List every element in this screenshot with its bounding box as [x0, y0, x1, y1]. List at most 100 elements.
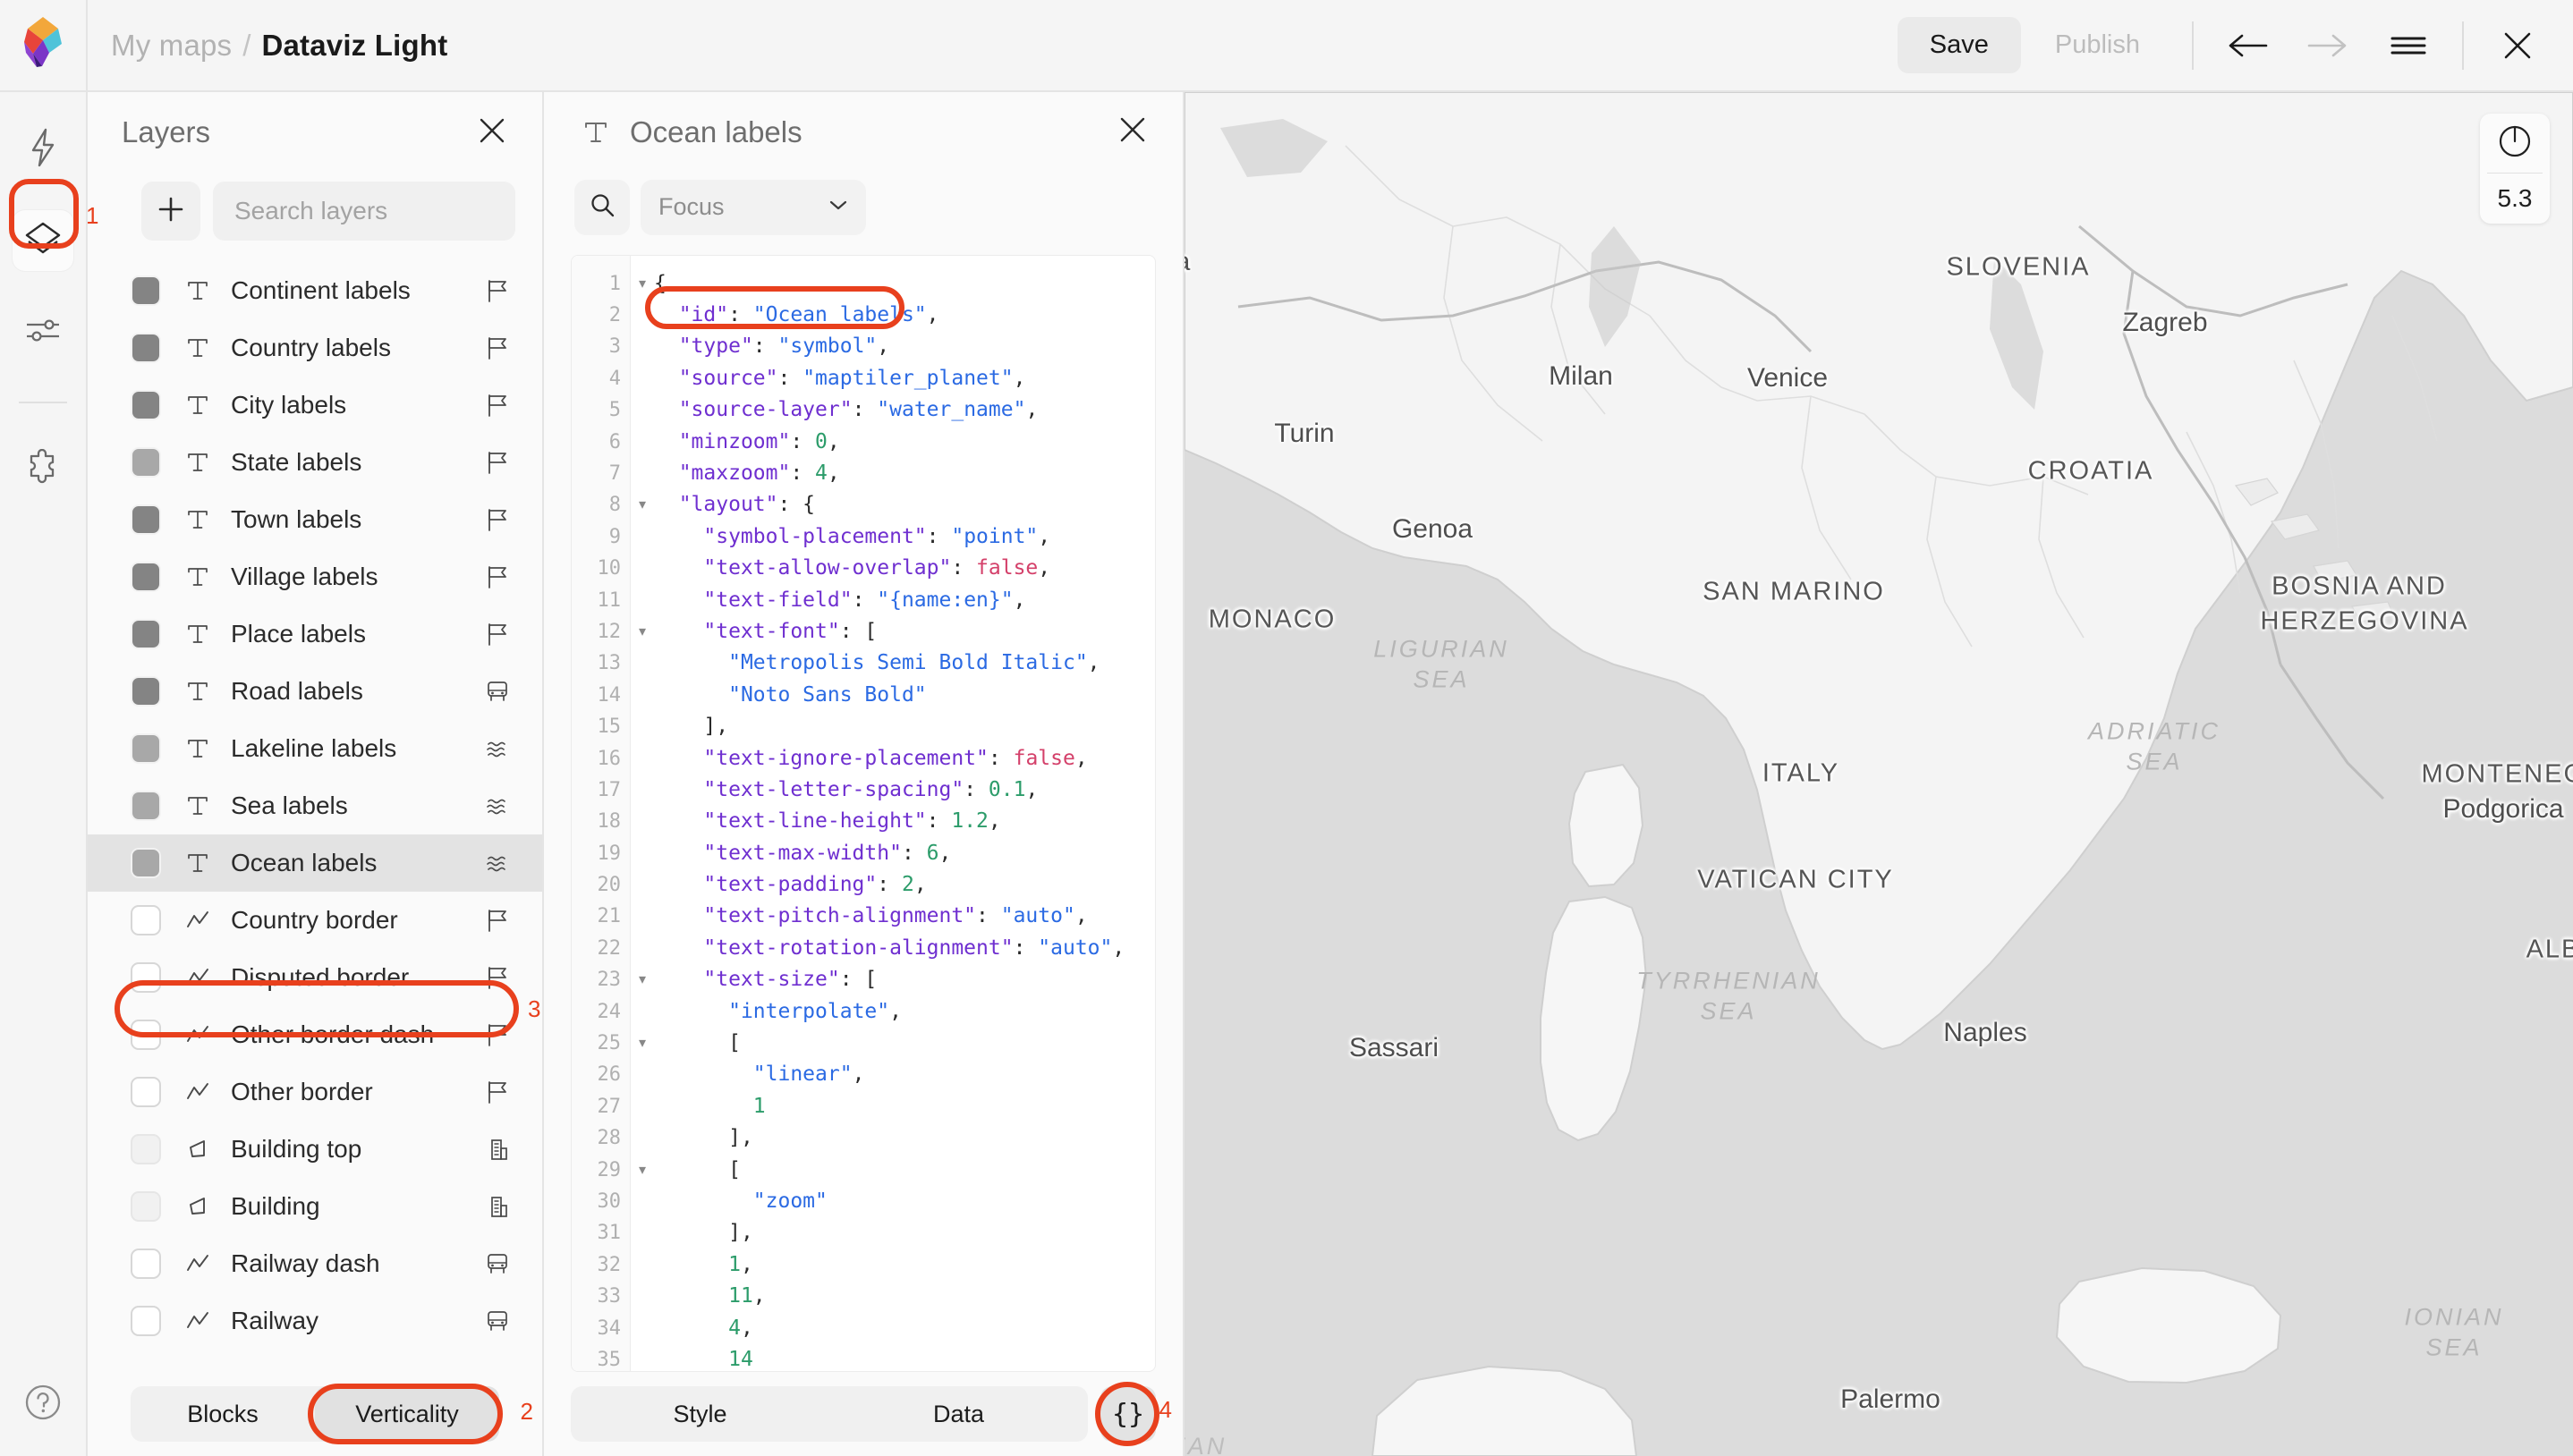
layer-row-town-labels[interactable]: Town labels: [88, 491, 542, 548]
json-brace-button[interactable]: {}: [1100, 1386, 1156, 1442]
code-line[interactable]: ],: [654, 711, 1155, 742]
publish-button[interactable]: Publish: [2028, 17, 2167, 73]
brand-cell[interactable]: [0, 0, 88, 90]
code-line[interactable]: "layout": {: [654, 489, 1155, 521]
code-line[interactable]: "maxzoom": 4,: [654, 458, 1155, 489]
code-line[interactable]: "source": "maptiler_planet",: [654, 363, 1155, 394]
blocks-tab[interactable]: Blocks: [131, 1386, 315, 1442]
layer-visibility-checkbox[interactable]: [131, 275, 161, 306]
editor-close-button[interactable]: [1113, 113, 1152, 152]
code-line[interactable]: "zoom": [654, 1186, 1155, 1217]
layer-visibility-checkbox[interactable]: [131, 447, 161, 478]
verticality-tab[interactable]: Verticality: [315, 1386, 499, 1442]
close-editor-button[interactable]: [2489, 17, 2546, 74]
code-line[interactable]: "text-pitch-alignment": "auto",: [654, 901, 1155, 932]
code-line[interactable]: "symbol-placement": "point",: [654, 521, 1155, 553]
editor-search-button[interactable]: [574, 180, 630, 235]
layer-row-country-labels[interactable]: Country labels: [88, 319, 542, 377]
layer-visibility-checkbox[interactable]: [131, 791, 161, 821]
compass-button[interactable]: [2495, 114, 2535, 173]
layer-row-building[interactable]: Building: [88, 1178, 542, 1235]
layer-row-ocean-labels[interactable]: Ocean labels: [88, 834, 542, 892]
layer-visibility-checkbox[interactable]: [131, 562, 161, 592]
json-code-editor[interactable]: 1234567891011121314151617181920212223242…: [571, 255, 1156, 1373]
code-line[interactable]: {: [654, 268, 1155, 300]
forward-button[interactable]: [2299, 17, 2356, 74]
layer-visibility-checkbox[interactable]: [131, 619, 161, 649]
layer-visibility-checkbox[interactable]: [131, 390, 161, 420]
layer-visibility-checkbox[interactable]: [131, 1020, 161, 1050]
layer-visibility-checkbox[interactable]: [131, 1134, 161, 1164]
code-line[interactable]: [: [654, 1028, 1155, 1059]
layers-panel-close-button[interactable]: [472, 113, 512, 152]
add-layer-button[interactable]: [141, 182, 200, 241]
layer-row-railway-dash[interactable]: Railway dash: [88, 1235, 542, 1292]
rail-item-plugins[interactable]: [13, 439, 73, 500]
fold-toggle-icon[interactable]: ▾: [631, 1155, 654, 1186]
code-line[interactable]: 14: [654, 1344, 1155, 1371]
code-line[interactable]: [: [654, 1155, 1155, 1186]
layer-visibility-checkbox[interactable]: [131, 1191, 161, 1222]
rail-item-layers[interactable]: [13, 210, 73, 271]
layer-row-road-labels[interactable]: Road labels: [88, 663, 542, 720]
zoom-widget[interactable]: 5.3: [2480, 114, 2550, 224]
layer-visibility-checkbox[interactable]: [131, 848, 161, 878]
code-line[interactable]: "text-allow-overlap": false,: [654, 553, 1155, 584]
layer-visibility-checkbox[interactable]: [131, 962, 161, 993]
fold-toggle-icon[interactable]: ▾: [631, 964, 654, 995]
code-line[interactable]: ],: [654, 1217, 1155, 1249]
layer-row-village-labels[interactable]: Village labels: [88, 548, 542, 605]
code-fold-markers[interactable]: ▾▾▾▾▾▾: [631, 256, 654, 1372]
layer-row-building-top[interactable]: Building top: [88, 1121, 542, 1178]
search-layers-box[interactable]: [213, 182, 515, 241]
layer-visibility-checkbox[interactable]: [131, 504, 161, 535]
back-button[interactable]: [2219, 17, 2276, 74]
breadcrumb-root[interactable]: My maps: [111, 29, 232, 63]
code-line[interactable]: 1,: [654, 1249, 1155, 1281]
fold-toggle-icon[interactable]: ▾: [631, 268, 654, 300]
layer-visibility-checkbox[interactable]: [131, 905, 161, 935]
data-tab[interactable]: Data: [829, 1386, 1088, 1442]
code-line[interactable]: "minzoom": 0,: [654, 427, 1155, 458]
layer-row-country-border[interactable]: Country border: [88, 892, 542, 949]
layer-row-sea-labels[interactable]: Sea labels: [88, 777, 542, 834]
layer-row-other-border[interactable]: Other border: [88, 1063, 542, 1121]
layer-row-city-labels[interactable]: City labels: [88, 377, 542, 434]
code-line[interactable]: 11,: [654, 1281, 1155, 1312]
fold-toggle-icon[interactable]: ▾: [631, 489, 654, 521]
code-line[interactable]: "Noto Sans Bold": [654, 680, 1155, 711]
menu-button[interactable]: [2380, 17, 2437, 74]
layer-visibility-checkbox[interactable]: [131, 1249, 161, 1279]
search-input[interactable]: [234, 197, 494, 225]
code-content[interactable]: { "id": "Ocean labels", "type": "symbol"…: [654, 256, 1155, 1372]
code-line[interactable]: "text-font": [: [654, 616, 1155, 648]
code-line[interactable]: "text-max-width": 6,: [654, 838, 1155, 869]
layer-row-lakeline-labels[interactable]: Lakeline labels: [88, 720, 542, 777]
rail-item-settings[interactable]: [13, 301, 73, 362]
code-line[interactable]: 4,: [654, 1313, 1155, 1344]
code-line[interactable]: ],: [654, 1122, 1155, 1154]
layer-visibility-checkbox[interactable]: [131, 733, 161, 764]
code-line[interactable]: "text-line-height": 1.2,: [654, 806, 1155, 837]
code-line[interactable]: "interpolate",: [654, 996, 1155, 1028]
layer-visibility-checkbox[interactable]: [131, 676, 161, 707]
layer-row-continent-labels[interactable]: Continent labels: [88, 262, 542, 319]
fold-toggle-icon[interactable]: ▾: [631, 616, 654, 648]
code-line[interactable]: "text-rotation-alignment": "auto",: [654, 933, 1155, 964]
code-line[interactable]: "text-size": [: [654, 964, 1155, 995]
help-button[interactable]: [18, 1379, 68, 1429]
code-line[interactable]: 1: [654, 1091, 1155, 1122]
focus-select[interactable]: Focus: [641, 180, 866, 235]
map-canvas-area[interactable]: MilanVeniceTurinGenoaZagrebSassariNaples…: [1185, 92, 2573, 1456]
code-line[interactable]: "linear",: [654, 1059, 1155, 1090]
code-line[interactable]: "type": "symbol",: [654, 331, 1155, 362]
layer-row-state-labels[interactable]: State labels: [88, 434, 542, 491]
layer-row-railway[interactable]: Railway: [88, 1292, 542, 1350]
rail-item-effects[interactable]: [13, 119, 73, 180]
layer-row-place-labels[interactable]: Place labels: [88, 605, 542, 663]
layer-visibility-checkbox[interactable]: [131, 333, 161, 363]
code-line[interactable]: "text-padding": 2,: [654, 869, 1155, 901]
style-tab[interactable]: Style: [571, 1386, 829, 1442]
code-line[interactable]: "text-ignore-placement": false,: [654, 743, 1155, 775]
layer-row-other-border-dash[interactable]: Other border dash: [88, 1006, 542, 1063]
